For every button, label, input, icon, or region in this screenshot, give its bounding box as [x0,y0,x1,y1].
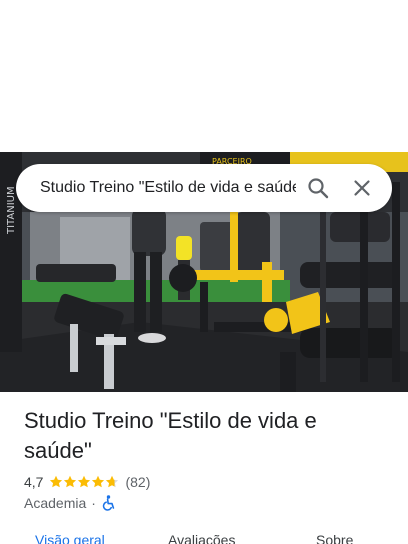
top-blank-area [0,0,408,152]
place-category: Academia [24,495,87,511]
star-rating [49,475,119,489]
separator-dot: · [91,495,96,511]
star-icon [64,475,77,488]
rating-row[interactable]: 4,7 (82) [24,472,384,492]
category-row: Academia · [24,493,384,513]
clear-search-button[interactable] [340,166,384,210]
search-button[interactable] [296,166,340,210]
star-icon [92,475,105,488]
photo-sign-left: TITANIUM [6,186,17,235]
search-input[interactable]: Studio Treino "Estilo de vida e saúde" [40,179,296,197]
search-icon [308,178,329,199]
place-title: Studio Treino "Estilo de vida e saúde" [24,408,317,463]
wheelchair-icon [102,495,115,511]
tab-about[interactable]: Sobre [316,532,353,544]
close-icon [354,180,370,196]
review-count[interactable]: (82) [125,474,150,490]
star-icon [78,475,91,488]
rating-value: 4,7 [24,474,44,490]
place-tabs: Visão geral Avaliações Sobre [0,528,408,544]
star-icon [50,475,63,488]
tab-overview[interactable]: Visão geral [35,532,105,544]
place-info: Studio Treino "Estilo de vida e saúde" 4… [24,406,384,513]
star-icon [106,475,119,488]
search-bar[interactable]: Studio Treino "Estilo de vida e saúde" [16,164,392,212]
tab-reviews[interactable]: Avaliações [168,532,235,544]
